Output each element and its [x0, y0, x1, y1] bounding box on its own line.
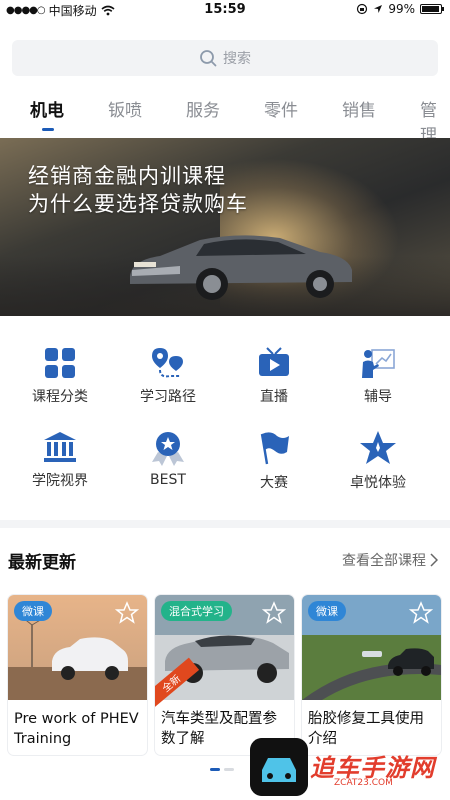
battery-percent: 99%	[388, 2, 415, 16]
carousel-dot	[224, 768, 234, 771]
tab-jidian[interactable]: 机电	[30, 96, 64, 121]
category-experience[interactable]: 卓悦体验	[322, 430, 434, 492]
flag-icon	[260, 432, 289, 465]
search-input[interactable]: 搜索	[12, 40, 438, 76]
tab-xiaoshou[interactable]: 销售	[342, 96, 376, 121]
route-icon	[152, 348, 183, 378]
watermark-sub: ZCAT23.COM	[334, 778, 393, 788]
academy-icon	[44, 432, 76, 462]
category-label: 学习路径	[140, 389, 196, 405]
favorite-star-icon[interactable]	[262, 601, 286, 625]
favorite-star-icon[interactable]	[409, 601, 433, 625]
category-label: 课程分类	[32, 389, 88, 405]
course-title: Pre work of PHEV Training	[14, 711, 139, 747]
favorite-star-icon[interactable]	[115, 601, 139, 625]
course-card[interactable]: 微课 胎胶修复工具使用介绍	[302, 595, 441, 755]
category-academy-vision[interactable]: 学院视界	[4, 430, 116, 490]
location-icon	[374, 5, 383, 13]
category-label: 直播	[260, 389, 288, 405]
category-competition[interactable]: 大赛	[218, 430, 330, 492]
carousel-dot-active	[210, 768, 220, 771]
tv-icon	[259, 347, 289, 376]
view-all-label: 查看全部课程	[342, 553, 426, 569]
category-label: 卓悦体验	[350, 475, 406, 491]
star-icon	[360, 431, 396, 464]
category-grid: 课程分类 学习路径 直播 辅导 学院视界 BEST 大赛 卓悦体验	[0, 338, 450, 508]
battery-icon	[420, 4, 444, 14]
category-course-catalog[interactable]: 课程分类	[4, 346, 116, 406]
car-image	[130, 235, 352, 300]
tab-fuwu[interactable]: 服务	[186, 96, 220, 121]
search-placeholder: 搜索	[223, 51, 251, 67]
category-tabs: 机电 钣喷 服务 零件 销售 管理	[0, 92, 450, 146]
coach-icon	[362, 349, 395, 378]
medal-icon	[152, 432, 184, 466]
category-label: 学院视界	[32, 473, 88, 489]
banner-subtitle: 为什么要选择贷款购车	[28, 192, 248, 216]
tab-lingjian[interactable]: 零件	[264, 96, 298, 121]
search-icon	[200, 50, 217, 67]
course-card[interactable]: 全新 混合式学习 汽车类型及配置参数了解	[155, 595, 294, 755]
category-best[interactable]: BEST	[112, 430, 224, 488]
course-type-badge: 微课	[14, 601, 52, 621]
category-label: 大赛	[260, 475, 288, 491]
section-divider	[0, 520, 450, 528]
category-live[interactable]: 直播	[218, 346, 330, 406]
watermark-logo-icon	[250, 738, 308, 796]
carousel-indicator	[210, 768, 234, 771]
banner-title: 经销商金融内训课程	[28, 164, 226, 188]
lock-rotation-icon	[357, 3, 368, 15]
course-type-badge: 混合式学习	[161, 601, 232, 621]
category-coaching[interactable]: 辅导	[322, 346, 434, 406]
category-label: BEST	[150, 472, 186, 488]
course-card[interactable]: 微课 Pre work of PHEV Training	[8, 595, 147, 755]
category-label: 辅导	[364, 389, 392, 405]
status-bar: ●●●●○ 中国移动 15:59 99%	[0, 0, 450, 20]
chevron-right-icon	[430, 553, 438, 567]
category-learning-path[interactable]: 学习路径	[112, 346, 224, 406]
watermark: 追车手游网 ZCAT23.COM	[250, 738, 450, 800]
tab-banpen[interactable]: 钣喷	[108, 96, 142, 121]
grid-icon	[45, 348, 75, 378]
active-tab-indicator	[42, 128, 54, 131]
latest-updates-title: 最新更新	[8, 553, 76, 573]
course-type-badge: 微课	[308, 601, 346, 621]
view-all-courses-link[interactable]: 查看全部课程	[342, 550, 438, 570]
promo-banner[interactable]: 经销商金融内训课程 为什么要选择贷款购车	[0, 138, 450, 316]
